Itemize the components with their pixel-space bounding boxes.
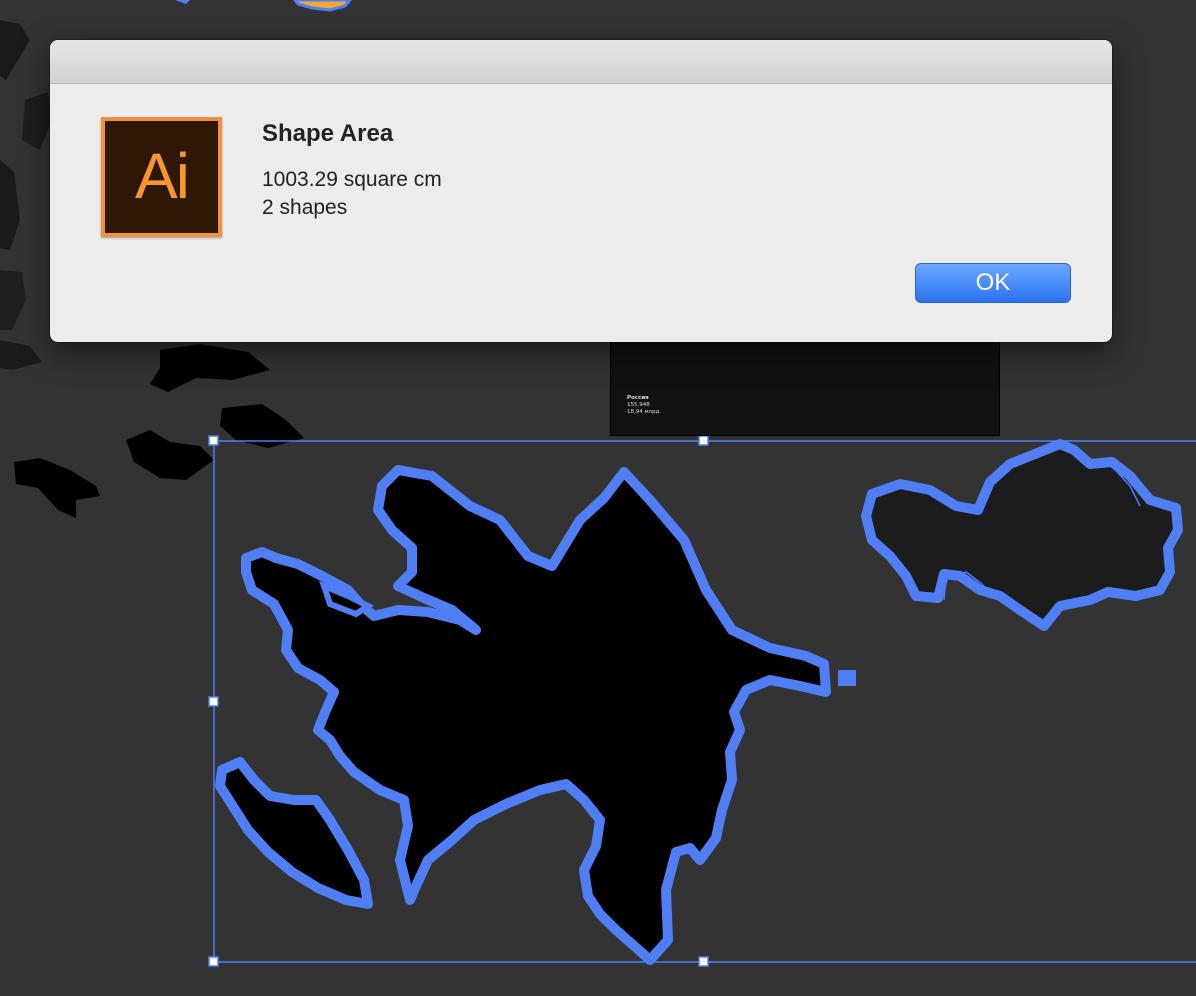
shape-area-dialog: Ai Shape Area 1003.29 square cm 2 shapes…	[50, 40, 1112, 342]
caption-country: Россия	[627, 395, 649, 401]
handle-top-middle	[698, 435, 709, 446]
dialog-title: Shape Area	[262, 120, 394, 147]
map-fragment-left-1	[0, 20, 30, 80]
map-fragment-left-3	[0, 160, 20, 250]
blue-shape-partial	[175, 0, 190, 4]
caption-value: 155,948	[627, 402, 650, 408]
map-fragment-left-4	[0, 270, 26, 330]
caption-amount: 18,94 млрд.	[627, 409, 662, 415]
dialog-titlebar[interactable]	[50, 40, 1112, 84]
map-fragment-mid-1	[150, 344, 270, 392]
handle-middle-left	[208, 696, 219, 707]
illustrator-app-icon: Ai	[101, 117, 222, 237]
shape-count-text: 2 shapes	[262, 196, 348, 219]
handle-bottom-middle	[698, 956, 709, 967]
map-fragment-left-2	[22, 92, 52, 150]
map-fragment-mid-3	[126, 430, 214, 480]
selected-shape-right	[861, 439, 1183, 631]
app-icon-label: Ai	[135, 140, 190, 212]
orange-shape-partial	[293, 0, 352, 12]
artboard-thumbnail: Россия 155,948 18,94 млрд.	[610, 340, 1000, 436]
selected-shape-exclave	[215, 757, 373, 909]
handle-bottom-left	[208, 956, 219, 967]
map-fragment-mid-4	[14, 458, 100, 518]
handle-top-left	[208, 435, 219, 446]
ok-button[interactable]: OK	[915, 263, 1071, 303]
area-value-text: 1003.29 square cm	[262, 168, 442, 191]
shape-fragment-east	[838, 670, 856, 686]
artboard-caption: Россия 155,948 18,94 млрд.	[627, 395, 661, 416]
map-fragment-left-5	[0, 340, 42, 370]
